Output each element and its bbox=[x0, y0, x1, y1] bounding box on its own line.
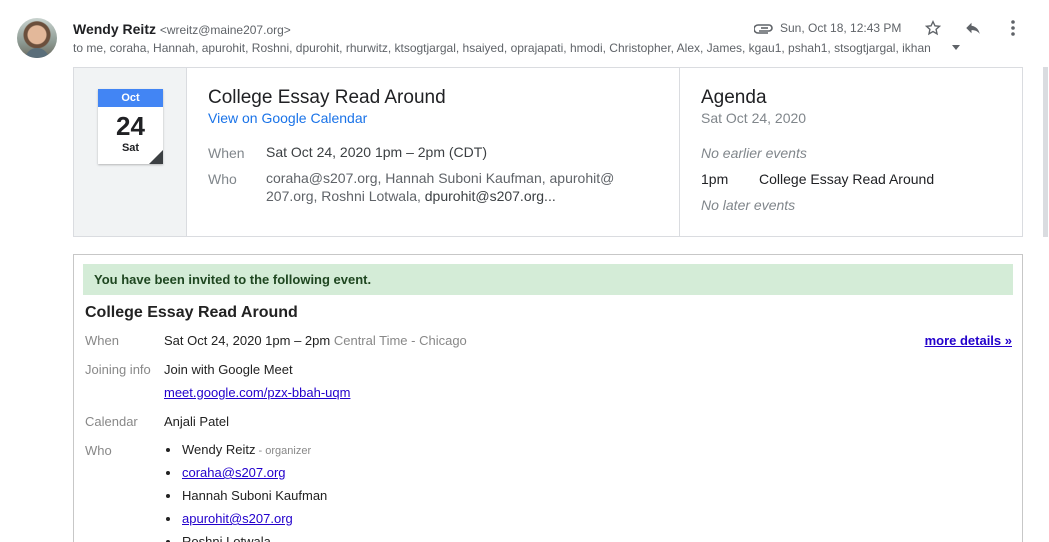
invite-timezone: Central Time - Chicago bbox=[333, 333, 467, 348]
agenda-no-earlier: No earlier events bbox=[701, 145, 807, 161]
calendar-date-panel: Oct 24 Sat bbox=[74, 68, 187, 236]
guest-list: Wendy Reitz - organizer coraha@s207.org … bbox=[164, 442, 327, 542]
calendar-label: Calendar bbox=[85, 414, 138, 429]
guest-name: Roshni Lotwala bbox=[182, 534, 271, 542]
view-on-google-calendar-link[interactable]: View on Google Calendar bbox=[208, 110, 367, 126]
agenda-event-title[interactable]: College Essay Read Around bbox=[759, 171, 934, 187]
calendar-value: Anjali Patel bbox=[164, 414, 230, 429]
page-fold-icon bbox=[149, 150, 163, 164]
joining-info-value: Join with Google Meet bbox=[164, 362, 293, 377]
when-label: When bbox=[208, 145, 245, 161]
list-item: Wendy Reitz - organizer bbox=[164, 442, 327, 465]
organizer-tag: - organizer bbox=[255, 445, 312, 457]
calendar-day: 24 bbox=[116, 111, 145, 141]
calendar-date-icon: Oct 24 Sat bbox=[98, 89, 163, 164]
guest-email-link[interactable]: apurohit@s207.org bbox=[182, 511, 293, 526]
recipients-expand-icon[interactable] bbox=[952, 45, 960, 50]
invite-banner: You have been invited to the following e… bbox=[83, 264, 1013, 295]
more-details-link[interactable]: more details » bbox=[925, 333, 1012, 348]
guest-email-link[interactable]: coraha@s207.org bbox=[182, 465, 286, 480]
calendar-month: Oct bbox=[98, 89, 163, 107]
agenda-no-later: No later events bbox=[701, 197, 796, 213]
who-line-2-more: dpurohit@s207.org... bbox=[420, 188, 556, 204]
sender-name[interactable]: Wendy Reitz bbox=[73, 21, 156, 37]
when-value: Sat Oct 24, 2020 1pm – 2pm (CDT) bbox=[266, 144, 487, 160]
agenda-title: Agenda bbox=[701, 87, 767, 108]
who-line-2: 207.org, Roshni Lotwala, dpurohit@s207.o… bbox=[266, 187, 614, 205]
event-title: College Essay Read Around bbox=[208, 87, 446, 108]
list-item: Hannah Suboni Kaufman bbox=[164, 488, 327, 511]
message-date: Sun, Oct 18, 12:43 PM bbox=[780, 21, 902, 35]
guest-name: Hannah Suboni Kaufman bbox=[182, 488, 328, 503]
who-line-2-guests: 207.org, Roshni Lotwala, bbox=[266, 188, 421, 204]
agenda-panel: Agenda Sat Oct 24, 2020 No earlier event… bbox=[680, 68, 1022, 236]
invite-when-value: Sat Oct 24, 2020 1pm – 2pm Central Time … bbox=[164, 333, 467, 348]
who-value: coraha@s207.org, Hannah Suboni Kaufman, … bbox=[266, 169, 614, 205]
recipients-list: to me, coraha, Hannah, apurohit, Roshni,… bbox=[73, 41, 931, 55]
list-item: Roshni Lotwala bbox=[164, 534, 327, 542]
reply-icon[interactable] bbox=[962, 17, 984, 39]
paperclip-icon bbox=[754, 24, 773, 34]
sender-info: Wendy Reitz <wreitz@maine207.org> bbox=[73, 21, 291, 37]
list-item: apurohit@s207.org bbox=[164, 511, 327, 534]
calendar-invite-card: Oct 24 Sat College Essay Read Around Vie… bbox=[73, 67, 1023, 237]
list-item: coraha@s207.org bbox=[164, 465, 327, 488]
invite-when-label: When bbox=[85, 333, 119, 348]
invitation-body: You have been invited to the following e… bbox=[73, 254, 1023, 542]
agenda-date: Sat Oct 24, 2020 bbox=[701, 110, 807, 126]
agenda-event-time: 1pm bbox=[701, 171, 729, 187]
invite-title: College Essay Read Around bbox=[85, 304, 298, 321]
joining-info-label: Joining info bbox=[85, 362, 151, 377]
guest-name: Wendy Reitz bbox=[182, 442, 256, 457]
meet-link-row: meet.google.com/pzx-bbah-uqm bbox=[164, 385, 350, 400]
scrollbar[interactable] bbox=[1043, 67, 1048, 237]
sender-avatar[interactable] bbox=[17, 18, 57, 58]
invite-when-time: Sat Oct 24, 2020 1pm – 2pm bbox=[164, 333, 331, 348]
invite-who-label: Who bbox=[85, 443, 112, 458]
star-icon[interactable] bbox=[922, 17, 944, 39]
who-label: Who bbox=[208, 171, 237, 187]
who-line-1: coraha@s207.org, Hannah Suboni Kaufman, … bbox=[266, 170, 615, 186]
meet-link[interactable]: meet.google.com/pzx-bbah-uqm bbox=[164, 385, 350, 400]
more-vert-icon[interactable] bbox=[1002, 17, 1024, 39]
sender-email: <wreitz@maine207.org> bbox=[159, 23, 291, 37]
event-summary: College Essay Read Around View on Google… bbox=[187, 68, 680, 236]
